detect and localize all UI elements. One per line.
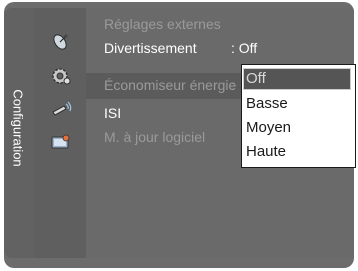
menu-item-reglages-externes[interactable]: Réglages externes [104,16,221,32]
configuration-tab-label: Configuration [10,89,26,167]
economiseur-energie-value: : [231,77,235,93]
menu-item-mise-a-jour-logiciel[interactable]: M. à jour logiciel [104,129,205,145]
option-basse[interactable]: Basse [246,95,288,112]
configuration-tab[interactable]: Configuration [4,8,34,258]
remote-signal-icon[interactable] [50,100,72,120]
satellite-dish-icon[interactable] [50,32,72,52]
option-haute[interactable]: Haute [246,143,286,160]
option-moyen[interactable]: Moyen [246,119,291,136]
gear-settings-icon[interactable] [50,66,72,86]
menu-item-divertissement[interactable]: Divertissement [104,40,197,56]
menu-item-isi[interactable]: ISI [104,105,121,121]
divertissement-value: : Off [231,40,258,56]
category-icon-bar [34,8,86,258]
economiseur-energie-dropdown[interactable]: Off Basse Moyen Haute [241,64,356,168]
support-icon[interactable] [50,132,72,152]
option-off[interactable]: Off [243,68,351,90]
menu-item-economiseur-energie[interactable]: Économiseur énergie [104,77,236,93]
